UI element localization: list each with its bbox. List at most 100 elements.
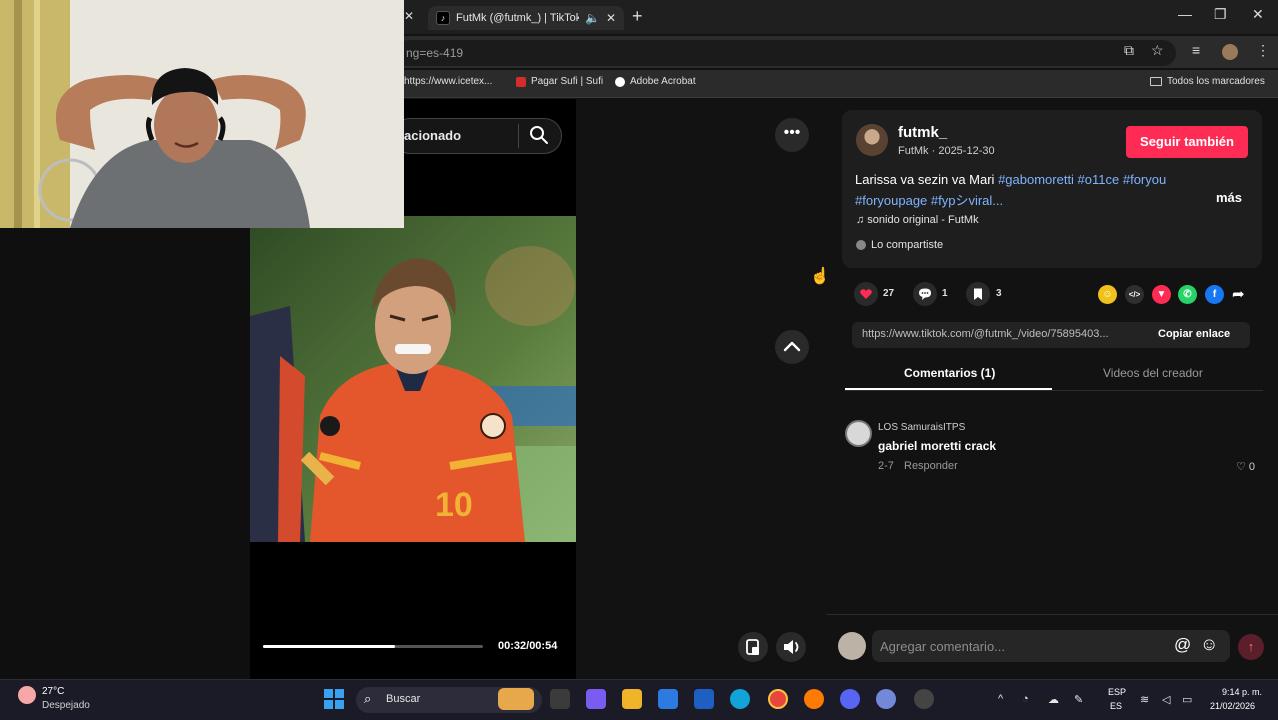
mention-icon[interactable]: @ [1174, 635, 1191, 655]
soccer-player-image: 10 [250, 216, 576, 542]
creator-avatar[interactable] [856, 124, 888, 156]
bookmark-label: Adobe Acrobat [630, 76, 696, 87]
like-button[interactable] [854, 282, 878, 306]
file-explorer-icon[interactable] [622, 689, 642, 709]
comment-like-button[interactable]: ♡ 0 [1236, 460, 1255, 473]
comment-count: 1 [942, 288, 948, 299]
share-arrow-icon[interactable]: ➦ [1232, 285, 1245, 303]
discord-icon[interactable] [876, 689, 896, 709]
more-options-button[interactable]: ••• [775, 118, 809, 152]
keyboard-layout[interactable]: ES [1110, 701, 1122, 711]
steam-icon[interactable] [914, 689, 934, 709]
shared-indicator: Lo compartiste [856, 239, 943, 251]
search-text: acionado [404, 128, 462, 143]
send-icon[interactable]: ▼ [1152, 285, 1171, 304]
chrome-icon[interactable] [768, 689, 788, 709]
creator-username[interactable]: futmk_ [898, 124, 947, 141]
commenter-avatar[interactable] [845, 420, 872, 447]
browser-tab-active[interactable]: ♪ FutMk (@futmk_) | TikTok 🔈 ✕ [428, 6, 624, 30]
minimize-icon[interactable]: — [1178, 6, 1192, 22]
language-indicator[interactable]: ESP [1108, 687, 1126, 697]
webcam-overlay [0, 0, 404, 228]
shared-avatar [856, 240, 866, 250]
profile-icon[interactable] [1222, 44, 1238, 60]
app-icon[interactable] [840, 689, 860, 709]
battery-icon[interactable]: ▭ [1182, 693, 1192, 706]
weather-icon[interactable] [18, 686, 36, 704]
extensions-icon[interactable]: ≡ [1192, 42, 1200, 58]
chevron-up-icon[interactable]: ^ [998, 693, 1003, 705]
all-bookmarks[interactable]: Todos los marcadores [1150, 76, 1265, 87]
sound-link[interactable]: ♫ sonido original - FutMk [856, 214, 979, 226]
hashtags[interactable]: #gabomoretti #o11ce #foryou [998, 172, 1166, 187]
search-icon[interactable] [528, 124, 550, 146]
video-player[interactable]: 10 [250, 216, 576, 542]
edge-icon[interactable] [730, 689, 750, 709]
chevron-up-icon [783, 341, 801, 352]
task-view-icon[interactable] [550, 689, 570, 709]
mute-icon[interactable]: 🔈 [585, 11, 600, 25]
clock-date[interactable]: 21/02/2026 [1210, 701, 1255, 711]
save-button[interactable] [966, 282, 990, 306]
new-tab-button[interactable]: + [632, 6, 643, 27]
install-icon[interactable]: ⧉ [1124, 42, 1134, 59]
embed-icon[interactable]: </> [1125, 285, 1144, 304]
menu-icon[interactable]: ⋮ [1256, 42, 1270, 59]
tab-title: FutMk (@futmk_) | TikTok [456, 12, 579, 24]
tab-comments[interactable]: Comentarios (1) [904, 366, 995, 380]
taskbar-search-text: Buscar [386, 693, 421, 705]
facebook-icon[interactable]: f [1205, 285, 1224, 304]
comment-button[interactable] [913, 282, 937, 306]
volume-button[interactable] [776, 632, 806, 662]
shared-text: Lo compartiste [871, 239, 944, 251]
window-close-icon[interactable]: ✕ [1252, 6, 1264, 23]
tab-creator-videos[interactable]: Videos del creador [1103, 366, 1203, 380]
comment-date: 2-7 [878, 460, 894, 472]
bookmark-icon [974, 288, 982, 300]
pip-button[interactable] [738, 632, 768, 662]
emoji-icon[interactable]: ☺ [1200, 634, 1218, 655]
hashtags[interactable]: #foryoupage #fypシviral... [855, 193, 1003, 208]
pen-icon[interactable]: ✎ [1074, 693, 1083, 706]
description-text: Larissa va sezin va Mari [855, 172, 999, 187]
start-button[interactable] [324, 689, 344, 709]
weather-desc[interactable]: Despejado [42, 700, 90, 711]
picture-in-picture-icon [746, 639, 759, 655]
whatsapp-icon[interactable]: ✆ [1178, 285, 1197, 304]
like-count: 27 [883, 288, 895, 299]
word-icon[interactable] [694, 689, 714, 709]
maximize-icon[interactable]: ❐ [1214, 6, 1227, 23]
post-comment-button[interactable]: ↑ [1238, 634, 1264, 660]
copilot-icon[interactable] [586, 689, 606, 709]
creator-meta: FutMk · 2025-12-30 [898, 145, 995, 157]
comment-author[interactable]: LOS SamuraisITPS [878, 422, 965, 433]
url-field[interactable]: ng=es-419 [396, 40, 1176, 66]
cloud-icon[interactable]: ☁ [1048, 693, 1059, 706]
store-icon[interactable] [658, 689, 678, 709]
previous-video-button[interactable] [775, 330, 809, 364]
bookmark-icetex[interactable]: https://www.icetex... [404, 76, 492, 87]
post-description-line-1: Larissa va sezin va Mari #gabomoretti #o… [855, 172, 1166, 187]
tray-app-icon[interactable]: ◔ [1022, 693, 1029, 705]
speaker-icon[interactable]: ◁ [1162, 693, 1170, 706]
video-time: 00:32/00:54 [498, 640, 558, 652]
reply-button[interactable]: Responder [904, 460, 958, 472]
wifi-icon[interactable]: ≋ [1140, 693, 1149, 706]
bookmark-sufi[interactable]: Pagar Sufi | Sufi [516, 76, 603, 87]
star-icon[interactable]: ☆ [1151, 42, 1164, 59]
follow-button[interactable]: Seguir también [1126, 126, 1248, 158]
close-icon[interactable]: ✕ [404, 9, 414, 23]
video-link[interactable]: https://www.tiktok.com/@futmk_/video/758… [862, 328, 1146, 340]
svg-text:10: 10 [435, 486, 473, 524]
clock-time[interactable]: 9:14 p. m. [1222, 687, 1262, 697]
weather-temp[interactable]: 27°C [42, 686, 64, 697]
bookmark-acrobat[interactable]: Adobe Acrobat [615, 76, 696, 87]
firefox-icon[interactable] [804, 689, 824, 709]
left-area [0, 228, 250, 679]
more-link[interactable]: más [1216, 190, 1242, 205]
share-friends-icon[interactable]: ☺ [1098, 285, 1117, 304]
copy-link-button[interactable]: Copiar enlace [1158, 328, 1230, 340]
close-icon[interactable]: ✕ [606, 11, 616, 25]
bookmark-label: Pagar Sufi | Sufi [531, 76, 604, 87]
folder-icon [1150, 77, 1162, 86]
